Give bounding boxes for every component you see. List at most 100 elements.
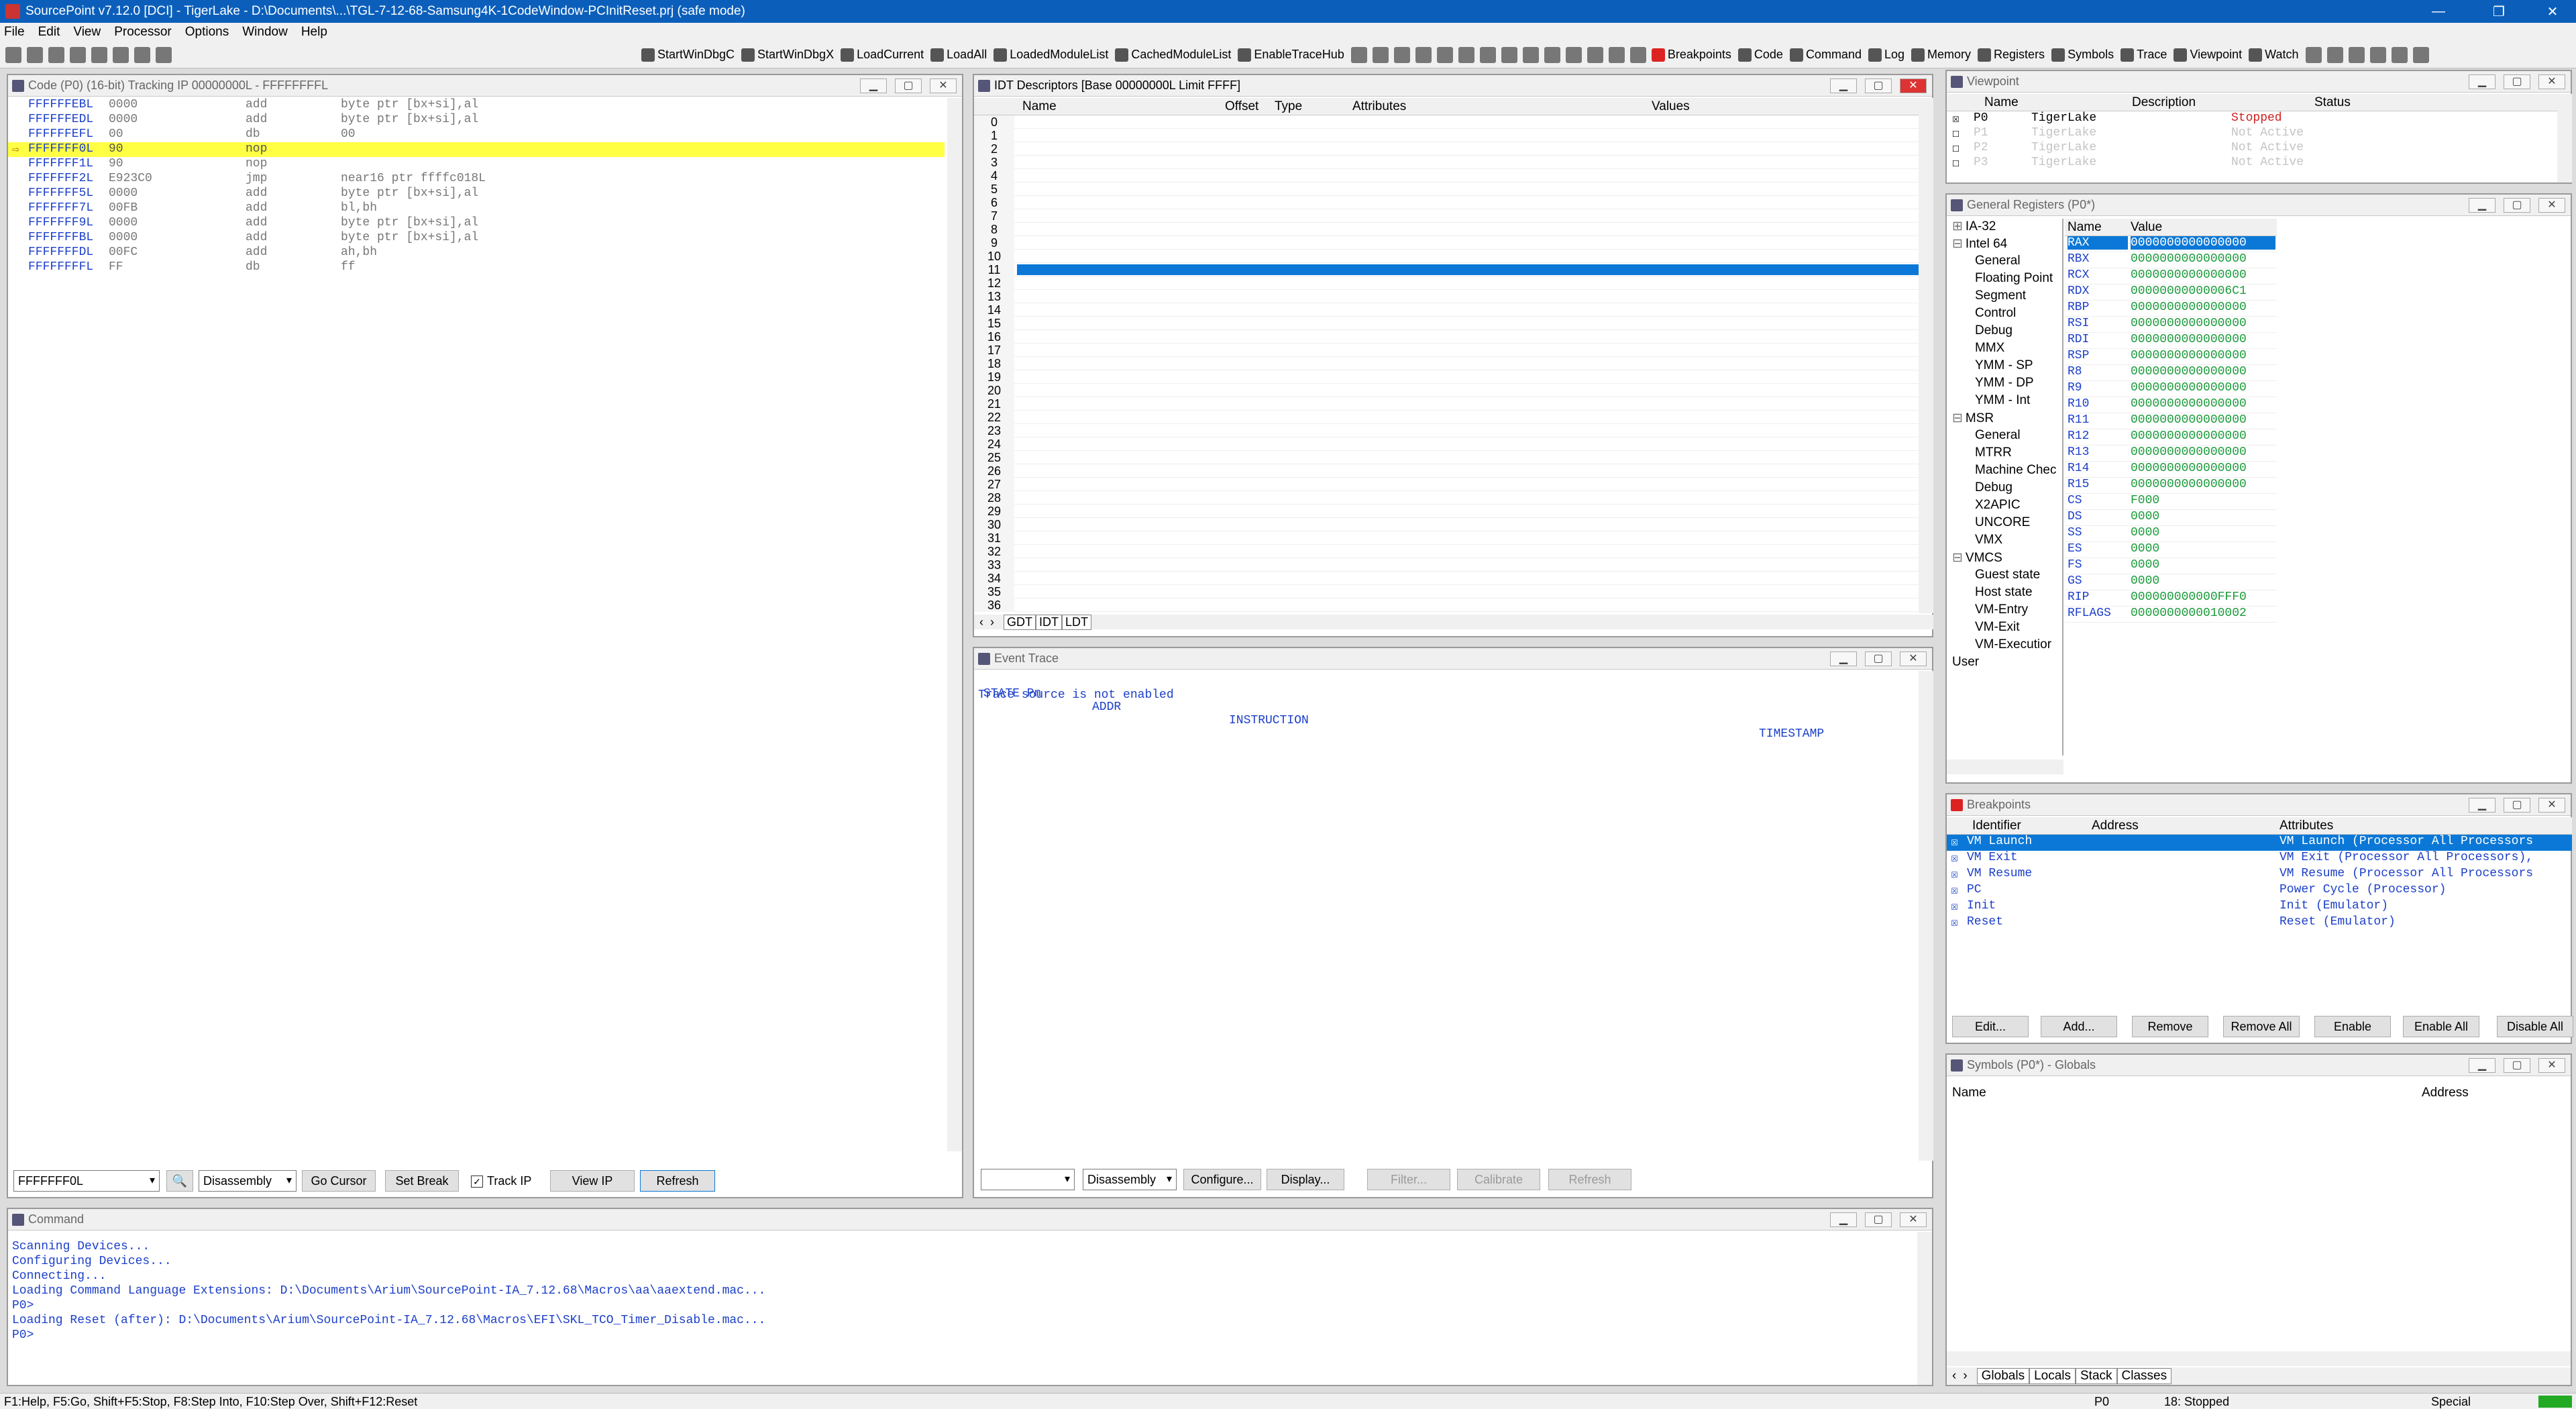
idt-row[interactable]: 3 — [974, 156, 1919, 169]
code-line[interactable]: FFFFFFFFL FF db ff — [8, 260, 945, 275]
menu-file[interactable]: File — [4, 25, 25, 40]
maximize-panel-button[interactable]: ▢ — [2504, 74, 2530, 89]
register-value[interactable]: F000 — [2131, 494, 2159, 507]
idt-row[interactable]: 35 — [974, 585, 1919, 598]
reload-icon[interactable] — [91, 46, 107, 63]
viewpoint-checkbox-icon[interactable]: ☐ — [1952, 141, 1960, 156]
breakpoint-enabled-icon[interactable]: ☒ — [1951, 851, 1958, 866]
idt-row[interactable]: 13 — [974, 290, 1919, 303]
viewpoint-scrollbar[interactable] — [2557, 94, 2572, 182]
tree-node[interactable]: UNCORE — [1975, 515, 2030, 530]
menu-processor[interactable]: Processor — [114, 25, 172, 40]
col-name[interactable]: Name — [1022, 99, 1057, 114]
idt-row[interactable]: 36 — [974, 598, 1919, 612]
tree-node[interactable]: Guest state — [1975, 568, 2040, 582]
tree-node[interactable]: ⊟ Intel 64 — [1952, 236, 2007, 252]
code-line[interactable]: FFFFFFFBL 0000 add byte ptr [bx+si],al — [8, 231, 945, 246]
menu-edit[interactable]: Edit — [38, 25, 60, 40]
code-line[interactable]: FFFFFFF7L 00FB add bl,bh — [8, 201, 945, 216]
idt-row[interactable]: 32 — [974, 545, 1919, 558]
idt-row[interactable]: 26 — [974, 464, 1919, 478]
close-panel-button[interactable]: ✕ — [1900, 79, 1927, 93]
code-line[interactable]: FFFFFFF5L 0000 add byte ptr [bx+si],al — [8, 187, 945, 201]
close-panel-button[interactable]: ✕ — [930, 79, 957, 93]
register-row[interactable]: RBX 0000000000000000 — [2065, 252, 2277, 268]
step-out-icon[interactable] — [1458, 46, 1474, 63]
maximize-panel-button[interactable]: ▢ — [2504, 1058, 2530, 1073]
register-grid[interactable]: RAX 0000000000000000 RBX 0000000000000000 RC… — [2065, 236, 2279, 760]
collapse-icon[interactable]: ⊟ — [1952, 237, 1963, 251]
register-value[interactable]: 0000000000000000 — [2131, 462, 2247, 475]
idt-grid[interactable]: 0 1 2 3 4 5 6 7 8 9 10 11 12 13 14 15 16 17 18 19 20 21 22 23 24… — [974, 115, 1919, 612]
register-row[interactable]: DS 0000 — [2065, 510, 2277, 526]
tree-node[interactable]: YMM - SP — [1975, 358, 2033, 373]
tile-icon[interactable] — [2326, 46, 2343, 63]
register-value[interactable]: 0000000000000000 — [2131, 349, 2247, 362]
register-value[interactable]: 0000000000000000 — [2131, 413, 2247, 427]
col-type[interactable]: Type — [1275, 99, 1302, 114]
tree-node[interactable]: ⊟ MSR — [1952, 411, 1994, 426]
collapse-icon[interactable]: ⊟ — [1952, 411, 1963, 425]
load-icon[interactable] — [70, 46, 86, 63]
view-code-button[interactable]: Code — [1737, 48, 1783, 62]
float-icon[interactable] — [2412, 46, 2429, 63]
close-panel-button[interactable]: ✕ — [1900, 651, 1927, 666]
breakpoint-row[interactable]: ☒ Init Init (Emulator) — [1947, 899, 2572, 915]
view-registers-button[interactable]: Registers — [1978, 48, 2045, 62]
close-panel-button[interactable]: ✕ — [1900, 1212, 1927, 1227]
register-row[interactable]: RSI 0000000000000000 — [2065, 317, 2277, 333]
breakpoint-row[interactable]: ☒ PC Power Cycle (Processor) — [1947, 883, 2572, 899]
register-value[interactable]: 0000000000000000 — [2131, 397, 2247, 411]
menu-window[interactable]: Window — [242, 25, 288, 40]
register-value[interactable]: 0000 — [2131, 558, 2159, 572]
close-panel-button[interactable]: ✕ — [2538, 74, 2565, 89]
run-icon[interactable] — [1350, 46, 1367, 63]
trace-mode-combo[interactable]: Disassembly — [1083, 1169, 1177, 1190]
view-viewpoint-button[interactable]: Viewpoint — [2174, 48, 2242, 62]
stop-icon[interactable] — [1372, 46, 1389, 63]
tree-node[interactable]: VM-Exit — [1975, 620, 2020, 635]
breakpoint-remove-button[interactable]: Remove — [2132, 1016, 2208, 1037]
register-value[interactable]: 0000000000000000 — [2131, 268, 2247, 282]
register-row[interactable]: GS 0000 — [2065, 574, 2277, 590]
idt-row[interactable]: 2 — [974, 142, 1919, 156]
chip-icon[interactable] — [1629, 46, 1646, 63]
minimize-panel-button[interactable]: ▁ — [860, 79, 887, 93]
tree-node[interactable]: User — [1952, 655, 1979, 670]
tree-node[interactable]: Host state — [1975, 585, 2033, 600]
register-value[interactable]: 0000000000000000 — [2131, 301, 2247, 314]
export-icon[interactable] — [156, 46, 172, 63]
idt-row[interactable]: 4 — [974, 169, 1919, 182]
expand-icon[interactable]: ⊞ — [1952, 219, 1963, 233]
viewpoint-checkbox-icon[interactable]: ☐ — [1952, 126, 1960, 141]
tree-node[interactable]: ⊞ IA-32 — [1952, 219, 1996, 234]
idt-row[interactable]: 19 — [974, 370, 1919, 384]
close-panel-button[interactable]: ✕ — [2538, 798, 2565, 813]
idt-row[interactable]: 21 — [974, 397, 1919, 411]
register-value[interactable]: 0000000000000000 — [2131, 478, 2247, 491]
viewpoint-row[interactable]: ☐ P1 TigerLake Not Active — [1947, 126, 2557, 141]
save-icon[interactable] — [48, 46, 64, 63]
save-project-icon[interactable] — [27, 46, 43, 63]
idt-row[interactable]: 31 — [974, 531, 1919, 545]
idt-row[interactable]: 1 — [974, 129, 1919, 142]
dock-icon[interactable] — [2391, 46, 2408, 63]
view-memory-button[interactable]: Memory — [1911, 48, 1971, 62]
layout-icon[interactable] — [2369, 46, 2386, 63]
maximize-panel-button[interactable]: ▢ — [1865, 79, 1892, 93]
tree-node[interactable]: Machine Chec — [1975, 463, 2056, 478]
tree-node[interactable]: ⊟ VMCS — [1952, 550, 2002, 566]
tree-node[interactable]: VMX — [1975, 533, 2002, 547]
register-row[interactable]: R12 0000000000000000 — [2065, 429, 2277, 446]
tab-gdt[interactable]: GDT — [1004, 614, 1036, 630]
command-scrollbar[interactable] — [1917, 1232, 1932, 1385]
minimize-window-button[interactable]: — — [2415, 0, 2462, 23]
breakpoint-enabled-icon[interactable]: ☒ — [1951, 835, 1958, 849]
macro-startwindbgc-button[interactable]: StartWinDbgC — [641, 48, 735, 62]
register-value[interactable]: 0000000000010002 — [2131, 607, 2247, 620]
view-watch-button[interactable]: Watch — [2249, 48, 2299, 62]
code-line[interactable]: FFFFFFEDL 0000 add byte ptr [bx+si],al — [8, 113, 945, 127]
macro-loadall-button[interactable]: LoadAll — [930, 48, 987, 62]
tree-node[interactable]: Debug — [1975, 323, 2012, 338]
idt-row[interactable]: 7 — [974, 209, 1919, 223]
